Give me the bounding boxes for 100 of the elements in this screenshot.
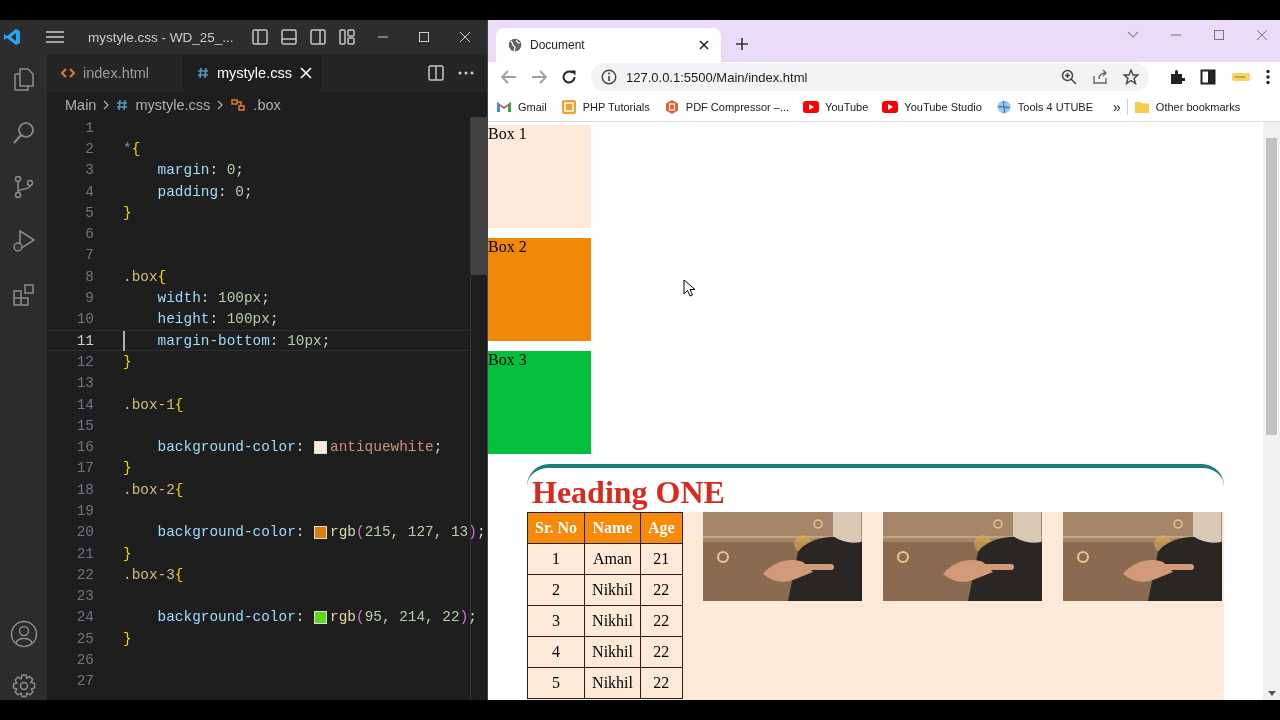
line-number: 3 xyxy=(84,162,94,179)
hash-icon xyxy=(197,67,209,79)
hash-icon xyxy=(116,98,129,111)
box-label: Box 2 xyxy=(488,238,527,255)
table-cell: 2 xyxy=(527,574,585,606)
line-number: 23 xyxy=(75,588,94,605)
line-number: 18 xyxy=(75,481,94,498)
bookmark[interactable]: PDF Compressor –... xyxy=(663,98,790,115)
bookmark[interactable]: YouTube Studio xyxy=(882,98,982,115)
line-number: 2 xyxy=(84,140,94,157)
browser-tab[interactable]: Document xyxy=(496,28,721,62)
code-brackets-icon xyxy=(61,68,75,78)
code-text: .box-3{ xyxy=(123,566,184,583)
bookmark-folder[interactable]: Other bookmarks xyxy=(1133,98,1241,115)
line-number: 27 xyxy=(75,673,94,690)
code-text: antiquewhite; xyxy=(330,439,443,456)
forward-icon[interactable] xyxy=(531,70,547,84)
table-cell: Nikhil xyxy=(584,574,641,606)
table-cell: 4 xyxy=(527,636,585,668)
star-icon[interactable] xyxy=(1123,69,1139,85)
account-icon[interactable] xyxy=(9,620,38,648)
close-icon[interactable] xyxy=(699,40,709,50)
editor-tab[interactable]: mystyle.css xyxy=(183,54,321,92)
code-text: background-color: xyxy=(157,524,306,541)
line-number: 14 xyxy=(75,396,94,413)
line-number: 5 xyxy=(84,204,94,221)
table-cell: Nikhil xyxy=(584,636,641,668)
line-number: 6 xyxy=(84,226,94,243)
share-icon[interactable] xyxy=(1092,69,1108,85)
more-bookmarks-button[interactable]: » xyxy=(1113,98,1121,115)
layout-icon[interactable] xyxy=(280,29,297,45)
line-number: 17 xyxy=(75,460,94,477)
layout-icon[interactable] xyxy=(338,29,355,45)
line-number: 1 xyxy=(84,119,94,136)
color-swatch[interactable] xyxy=(314,610,328,624)
line-number: 15 xyxy=(75,417,94,434)
table-cell: 5 xyxy=(527,667,585,699)
youtube-logo-icon xyxy=(803,98,820,115)
column-header: Age xyxy=(640,512,683,544)
more-icon[interactable] xyxy=(458,71,474,75)
globe-icon xyxy=(995,98,1012,115)
reload-icon[interactable] xyxy=(561,69,577,85)
bookmark[interactable]: Gmail xyxy=(496,98,547,115)
bookmark[interactable]: Tools 4 UTUBE xyxy=(995,98,1094,115)
bookmark[interactable]: YouTube xyxy=(803,98,869,115)
code-text: } xyxy=(123,460,132,477)
box-label: Box 1 xyxy=(488,125,527,142)
code-text: width: 100px; xyxy=(157,290,270,306)
extensions-icon[interactable] xyxy=(10,282,37,308)
breadcrumb-item[interactable]: mystyle.css xyxy=(135,96,211,113)
code-text: .box-2{ xyxy=(123,481,184,498)
chevron-right-icon xyxy=(217,99,224,110)
line-number: 13 xyxy=(75,375,94,392)
scrollbar-thumb[interactable] xyxy=(471,117,487,275)
breadcrumb-item[interactable]: .box xyxy=(253,96,281,113)
info-icon[interactable] xyxy=(601,69,617,85)
code-text: } xyxy=(123,353,132,370)
line-number: 20 xyxy=(75,524,94,541)
breadcrumb-item[interactable]: Main xyxy=(65,96,97,113)
code-text: background-color: xyxy=(157,609,306,626)
chevron-down-icon[interactable] xyxy=(1127,31,1139,39)
side-panel-icon[interactable] xyxy=(1200,69,1216,85)
code-text: height: 100px; xyxy=(157,311,279,328)
code-text: rgb(95, 214, 22); xyxy=(330,609,477,626)
youtube-logo-icon xyxy=(882,98,899,115)
back-icon[interactable] xyxy=(501,70,517,84)
line-number: 9 xyxy=(84,290,94,306)
globe-icon xyxy=(508,38,522,52)
color-swatch[interactable] xyxy=(314,525,328,539)
scroll-down-icon[interactable] xyxy=(1267,691,1276,696)
chevron-right-icon xyxy=(103,99,110,110)
code-text: margin: 0; xyxy=(157,162,244,179)
line-number: 26 xyxy=(75,652,94,669)
layout-icon[interactable] xyxy=(251,29,268,45)
line-number: 19 xyxy=(75,503,94,519)
split-editor-icon[interactable] xyxy=(428,65,444,81)
bookmark[interactable]: PHP Tutorials xyxy=(560,98,650,115)
column-header: Name xyxy=(584,512,641,544)
maximize-icon[interactable] xyxy=(417,31,430,43)
code-text: *{ xyxy=(123,140,141,157)
layout-icon[interactable] xyxy=(309,29,326,45)
address-bar[interactable]: 127.0.0.1:5500/Main/index.html xyxy=(591,63,1149,91)
code-text: padding: 0; xyxy=(157,183,253,200)
line-number: 12 xyxy=(75,353,94,370)
settings-icon[interactable] xyxy=(10,673,37,699)
puzzle-icon[interactable] xyxy=(1169,69,1185,85)
menu-icon[interactable] xyxy=(1266,69,1270,85)
heading: Heading ONE xyxy=(531,473,726,512)
color-swatch[interactable] xyxy=(314,440,328,454)
code-text: rgb(215, 127, 13); xyxy=(330,524,486,541)
search-icon[interactable] xyxy=(10,120,37,146)
scrollbar-thumb[interactable] xyxy=(1266,138,1277,435)
new-tab-icon[interactable] xyxy=(735,37,749,51)
run-debug-icon[interactable] xyxy=(10,228,37,254)
php-logo-icon xyxy=(560,98,577,115)
zoom-icon[interactable] xyxy=(1061,69,1077,85)
box-label: Box 3 xyxy=(488,351,527,368)
vscode-logo-icon xyxy=(3,28,21,46)
line-number: 25 xyxy=(75,630,94,647)
selector-icon xyxy=(230,97,247,112)
